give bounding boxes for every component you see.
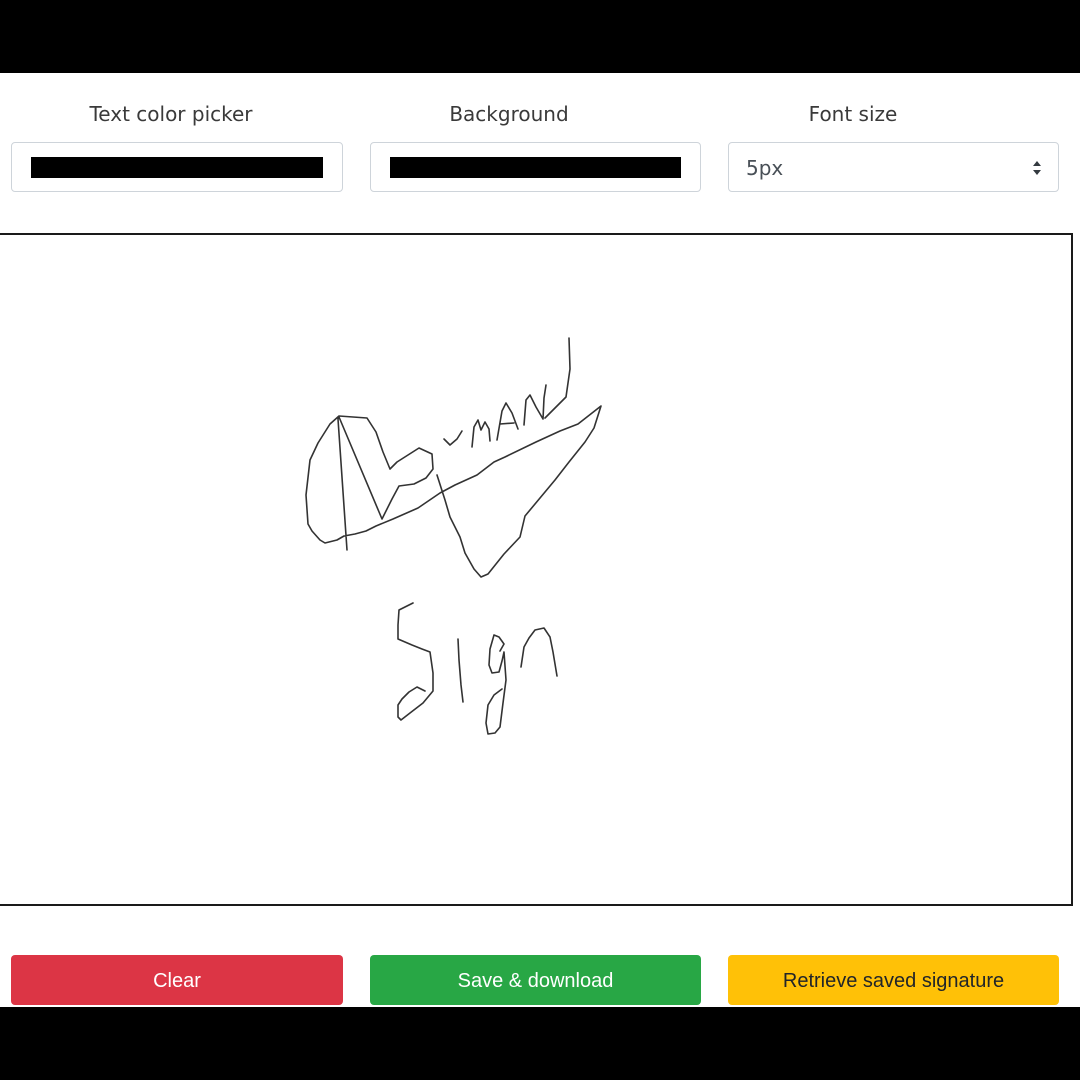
background-color-swatch [390,157,681,178]
signature-stroke-n2 [520,627,558,677]
signature-stroke-s [397,602,434,721]
save-download-button[interactable]: Save & download [370,955,701,1005]
background-label: Background [449,102,569,126]
signature-stroke-m [471,419,491,448]
signature-stroke-final [544,337,571,419]
signature-stroke-g [485,634,507,735]
text-color-picker[interactable] [11,142,343,192]
signature-stroke-loop [305,405,602,578]
signature-drawing [305,337,602,735]
background-color-picker[interactable] [370,142,701,192]
retrieve-signature-button[interactable]: Retrieve saved signature [728,955,1059,1005]
signature-stroke-n [523,384,547,426]
signature-stroke-i [457,638,464,703]
signature-stroke-a [496,402,519,441]
text-color-swatch [31,157,323,178]
clear-button[interactable]: Clear [11,955,343,1005]
sort-arrows-icon [1032,159,1042,177]
signature-stroke-u [443,430,463,446]
font-size-label: Font size [808,102,898,126]
font-size-value: 5px [746,156,784,180]
text-color-label: Text color picker [89,102,253,126]
signature-canvas[interactable] [0,233,1073,906]
font-size-select[interactable]: 5px [728,142,1059,192]
